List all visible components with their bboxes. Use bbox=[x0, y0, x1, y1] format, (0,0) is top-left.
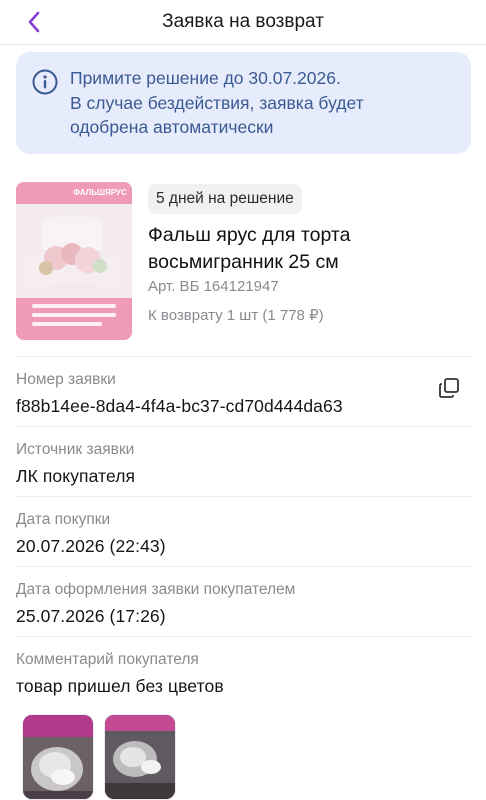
purchase-date-label: Дата покупки bbox=[16, 511, 111, 528]
chevron-left-icon bbox=[28, 11, 40, 33]
buyer-comment-value: товар пришел без цветов bbox=[16, 676, 224, 696]
request-source-label: Источник заявки bbox=[16, 441, 135, 458]
cake-image: ФАЛЬШЯРУС bbox=[16, 182, 132, 340]
info-icon bbox=[32, 69, 58, 95]
return-quantity-price: К возврату 1 шт (1 778 ₽) bbox=[148, 307, 324, 324]
top-bar: Заявка на возврат bbox=[0, 0, 486, 45]
request-number-value: f88b14ee-8da4-4f4a-bc37-cd70d444da63 bbox=[16, 396, 343, 416]
request-source-value: ЛК покупателя bbox=[16, 466, 136, 486]
request-created-date-value: 25.07.2026 (17:26) bbox=[16, 606, 166, 626]
divider bbox=[16, 566, 471, 567]
customer-photo-image bbox=[105, 715, 175, 799]
request-number-label: Номер заявки bbox=[16, 371, 116, 388]
product-thumbnail[interactable]: ФАЛЬШЯРУС bbox=[16, 182, 132, 340]
divider bbox=[16, 496, 471, 497]
product-name-line-2: восьмигранник 25 см bbox=[148, 251, 339, 273]
request-created-date-label: Дата оформления заявки покупателем bbox=[16, 581, 296, 598]
request-source-field: Источник заявки ЛК покупателя bbox=[16, 440, 471, 488]
divider bbox=[16, 636, 471, 637]
product-name: Фальш ярус для торта восьмигранник 25 см bbox=[148, 222, 448, 276]
request-created-date-field: Дата оформления заявки покупателем 25.07… bbox=[16, 580, 471, 628]
decision-deadline-banner: Примите решение до 30.07.2026. В случае … bbox=[16, 52, 471, 154]
customer-photo-2[interactable] bbox=[104, 714, 176, 800]
customer-photo-1[interactable] bbox=[22, 714, 94, 800]
product-card[interactable]: ФАЛЬШЯРУС 5 дней на решение Фальш ярус д… bbox=[16, 182, 471, 344]
request-number-field: Номер заявки f88b14ee-8da4-4f4a-bc37-cd7… bbox=[16, 370, 471, 418]
copy-icon[interactable] bbox=[437, 376, 461, 400]
buyer-comment-field: Комментарий покупателя товар пришел без … bbox=[16, 650, 471, 698]
purchase-date-field: Дата покупки 20.07.2026 (22:43) bbox=[16, 510, 471, 558]
back-button[interactable] bbox=[20, 8, 48, 36]
purchase-date-value: 20.07.2026 (22:43) bbox=[16, 536, 166, 556]
customer-photo-image bbox=[23, 715, 93, 799]
divider bbox=[16, 356, 471, 357]
banner-text-line-3: одобрена автоматически bbox=[70, 117, 274, 137]
thumbnail-title-text: ФАЛЬШЯРУС bbox=[73, 188, 127, 197]
product-article: Арт. ВБ 164121947 bbox=[148, 278, 279, 295]
buyer-comment-label: Комментарий покупателя bbox=[16, 651, 199, 668]
banner-text-line-2: В случае бездействия, заявка будет bbox=[70, 92, 364, 113]
page-title: Заявка на возврат bbox=[162, 11, 324, 32]
product-name-line-1: Фальш ярус для торта bbox=[148, 224, 351, 246]
divider bbox=[16, 426, 471, 427]
banner-text-line-1: Примите решение до 30.07.2026. bbox=[70, 68, 341, 88]
decision-days-badge: 5 дней на решение bbox=[148, 184, 302, 214]
